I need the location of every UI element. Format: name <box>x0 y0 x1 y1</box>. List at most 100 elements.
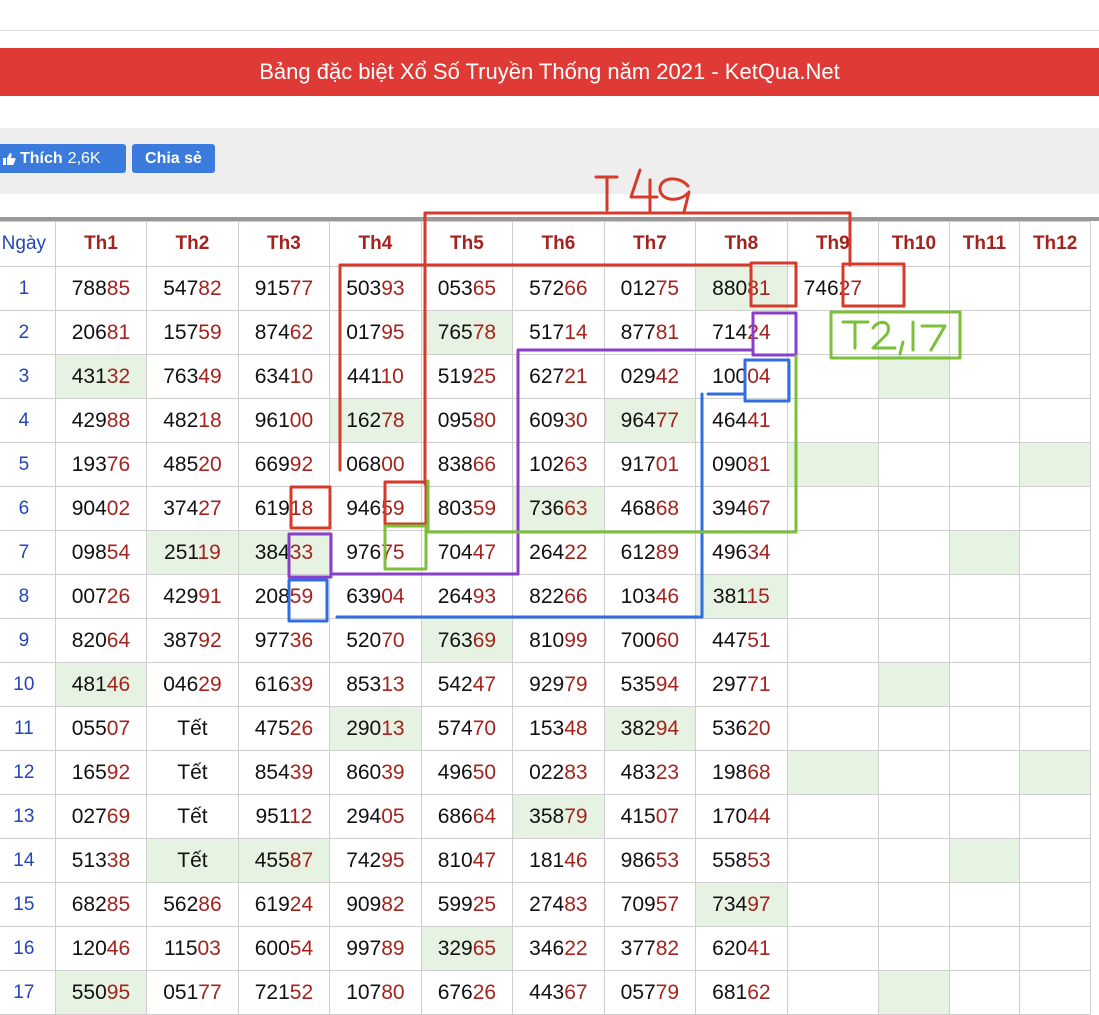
number-head: 374 <box>163 496 199 520</box>
result-cell <box>1019 838 1091 883</box>
result-cell: 61918 <box>237 486 331 531</box>
number-tail: 42 <box>655 364 680 388</box>
number-tail: 77 <box>655 408 680 432</box>
result-cell: 01795 <box>329 310 422 355</box>
result-cell <box>948 838 1021 883</box>
result-cell <box>786 354 880 399</box>
table-row: 12 16592 Tết 85439 86039 49650 02283 48323 19868 <box>0 750 1091 795</box>
result-cell <box>786 530 880 575</box>
number-tail: 63 <box>564 496 588 520</box>
number-tail: 94 <box>655 672 680 696</box>
result-cell <box>1019 486 1091 531</box>
number-tail: 97 <box>747 892 771 916</box>
number-head: 535 <box>620 672 656 696</box>
number-head: 100 <box>712 364 748 388</box>
number-head: 431 <box>71 364 107 388</box>
result-cell: 02769 <box>54 794 148 839</box>
result-cell: 29405 <box>329 794 422 839</box>
result-cell: 62721 <box>512 354 605 399</box>
result-cell: 51338 <box>54 838 148 883</box>
result-cell: 61924 <box>237 882 331 927</box>
result-cell <box>878 926 950 971</box>
like-button[interactable]: Thích 2,6K <box>0 144 126 173</box>
number-head: 496 <box>437 760 473 784</box>
result-cell: 81047 <box>420 838 514 883</box>
number-tail: 29 <box>198 672 222 696</box>
number-tail: 59 <box>289 584 314 608</box>
number-tail: 33 <box>289 540 314 564</box>
result-cell: 51714 <box>512 310 605 355</box>
result-cell: 35879 <box>512 794 605 839</box>
number-head: 447 <box>712 628 748 652</box>
result-cell <box>878 838 950 883</box>
number-head: 394 <box>712 496 748 520</box>
result-cell: 82064 <box>54 618 148 663</box>
number-tail: 65 <box>472 936 497 960</box>
number-head: 736 <box>529 496 565 520</box>
number-head: 329 <box>437 936 473 960</box>
result-cell <box>1019 530 1091 575</box>
number-tail: 41 <box>747 408 771 432</box>
number-head: 455 <box>254 848 290 872</box>
number-head: 520 <box>346 628 382 652</box>
number-head: 542 <box>437 672 473 696</box>
number-tail: 76 <box>106 452 131 476</box>
number-tail: 57 <box>655 892 680 916</box>
number-tail: 77 <box>289 276 314 300</box>
number-tail: 53 <box>747 848 771 872</box>
number-tail: 70 <box>472 716 497 740</box>
result-cell: 49650 <box>420 750 514 795</box>
result-cell: 17044 <box>695 794 788 839</box>
number-head: 264 <box>437 584 473 608</box>
result-cell: 15348 <box>512 706 605 751</box>
result-cell <box>786 970 880 1015</box>
result-cell: 81099 <box>512 618 605 663</box>
number-tail: 89 <box>655 540 680 564</box>
result-cell <box>878 662 950 707</box>
result-cell <box>878 706 950 751</box>
number-tail: 85 <box>106 892 131 916</box>
number-tail: 81 <box>106 320 131 344</box>
number-head: 051 <box>163 980 199 1004</box>
result-cell <box>878 486 950 531</box>
number-head: 103 <box>620 584 656 608</box>
number-tail: 20 <box>747 716 771 740</box>
result-cell: 68664 <box>420 794 514 839</box>
number-tail: 86 <box>198 892 222 916</box>
result-cell: 25119 <box>146 530 239 575</box>
number-head: 206 <box>71 320 107 344</box>
number-tail: 95 <box>381 320 405 344</box>
row-day-label: 5 <box>0 442 56 487</box>
result-cell: 38294 <box>603 706 697 751</box>
number-tail: 69 <box>472 628 497 652</box>
result-cell <box>948 662 1021 707</box>
number-tail: 21 <box>564 364 588 388</box>
number-tail: 24 <box>289 892 314 916</box>
result-cell <box>878 354 950 399</box>
row-day-label: 4 <box>0 398 56 443</box>
number-head: 162 <box>346 408 382 432</box>
table-row: 14 51338 Tết 45587 74295 81047 18146 98653 55853 <box>0 838 1091 883</box>
number-head: 600 <box>254 936 290 960</box>
result-cell: 39467 <box>695 486 788 531</box>
number-tail: 12 <box>288 804 313 828</box>
number-head: 619 <box>254 496 290 520</box>
result-cell <box>948 354 1021 399</box>
number-head: 012 <box>620 276 656 300</box>
share-button[interactable]: Chia sẻ <box>132 144 215 173</box>
result-cell: 72152 <box>237 970 331 1015</box>
number-head: 358 <box>529 804 565 828</box>
result-cell: 78885 <box>54 266 148 311</box>
column-header-th11: Th11 <box>948 221 1021 267</box>
result-cell <box>948 794 1021 839</box>
number-head: 517 <box>529 320 565 344</box>
result-cell <box>948 970 1021 1015</box>
result-cell: 44367 <box>512 970 605 1015</box>
result-cell <box>878 310 950 355</box>
table-body: 1 78885 54782 91577 50393 05365 57266 01275 8808… <box>0 266 1091 1015</box>
result-cell: 29013 <box>329 706 422 751</box>
result-cell: 37427 <box>146 486 239 531</box>
result-cell: 86039 <box>329 750 422 795</box>
result-cell <box>1019 574 1091 619</box>
table-row: 15 68285 56286 61924 90982 59925 27483 70957 734… <box>0 882 1091 927</box>
